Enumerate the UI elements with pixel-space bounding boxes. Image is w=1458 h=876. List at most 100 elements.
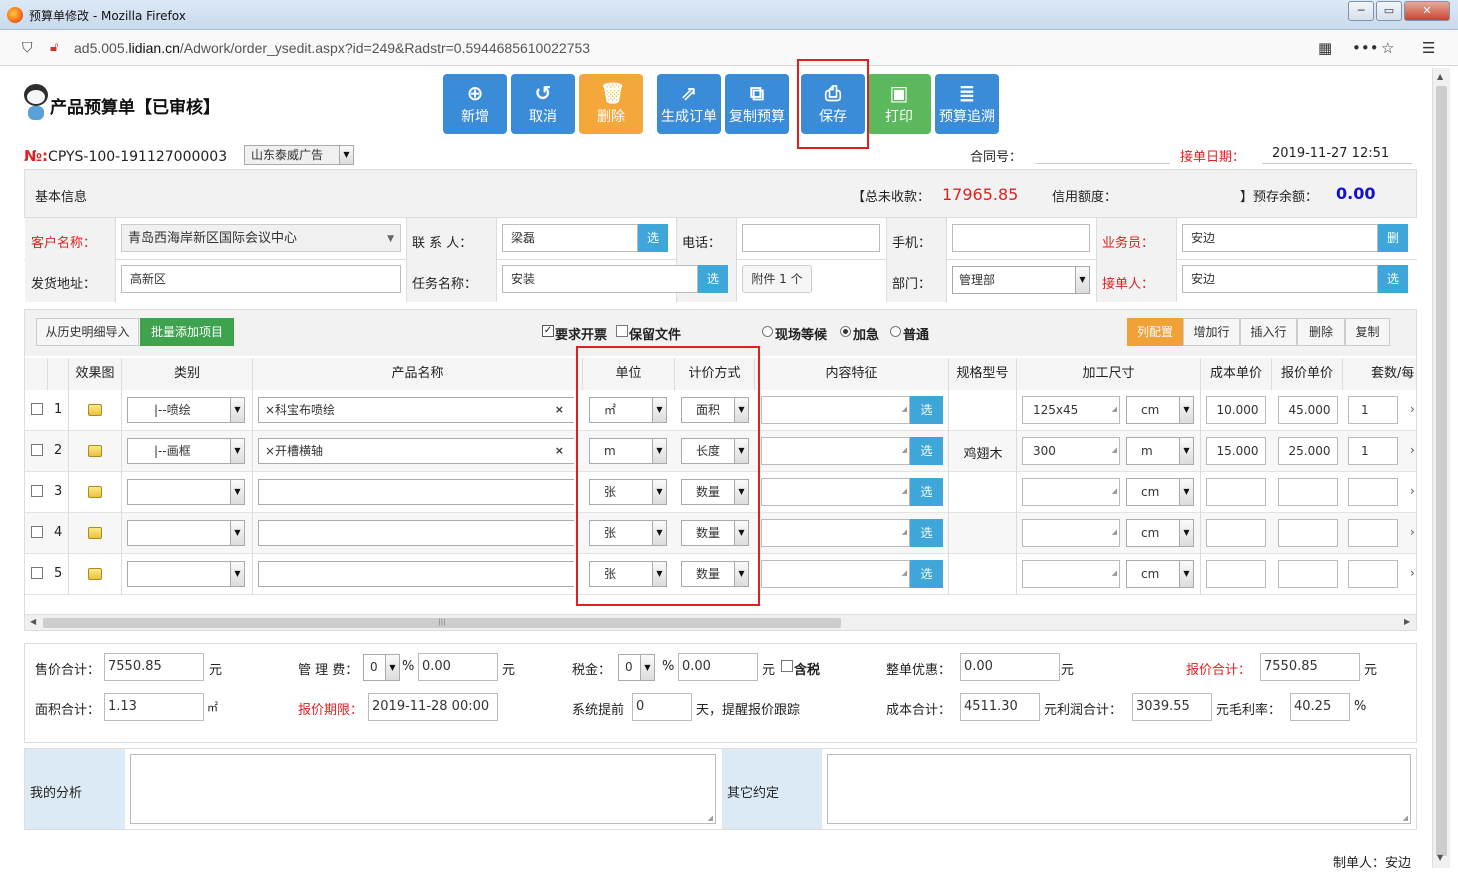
shield-icon[interactable]: ⛉ — [22, 40, 33, 56]
qty-input[interactable] — [1348, 560, 1398, 588]
scroll-down-arrow[interactable]: ▼ — [1437, 853, 1443, 862]
company-select[interactable]: 山东泰威广告 ▼ — [244, 145, 354, 165]
size-input[interactable]: 125x45 ◢ — [1022, 396, 1120, 424]
delete-row-button[interactable]: 删除 — [1297, 318, 1345, 346]
content-input[interactable]: ◢ — [761, 437, 910, 465]
profit-input[interactable]: 3039.55 — [1132, 693, 1212, 721]
qty-input[interactable]: 1 — [1348, 437, 1398, 465]
generate-order-button[interactable]: ⇗ 生成订单 — [657, 74, 721, 134]
category-select[interactable]: ▼ — [127, 479, 245, 505]
insert-row-button[interactable]: 插入行 — [1240, 318, 1297, 346]
normal-radio[interactable] — [890, 326, 901, 337]
column-config-button[interactable]: 列配置 — [1127, 318, 1183, 346]
product-select[interactable]: ×科宝布喷绘 × — [258, 397, 574, 423]
content-select-button[interactable]: 选 — [910, 396, 943, 424]
cost-price-input[interactable] — [1206, 519, 1266, 547]
receiver-select-button[interactable]: 选 — [1378, 265, 1408, 293]
quote-price-input[interactable] — [1278, 519, 1338, 547]
tax-input[interactable]: 0.00 — [678, 653, 758, 681]
product-select[interactable] — [258, 479, 574, 505]
urgent-radio[interactable] — [840, 326, 851, 337]
scroll-up-arrow[interactable]: ▲ — [1437, 72, 1443, 81]
content-select-button[interactable]: 选 — [910, 519, 943, 547]
close-button[interactable]: ✕ — [1404, 1, 1450, 21]
content-input[interactable]: ◢ — [761, 478, 910, 506]
product-select[interactable] — [258, 561, 574, 587]
product-select[interactable] — [258, 520, 574, 546]
quote-total-input[interactable]: 7550.85 — [1260, 653, 1360, 681]
page-scrollbar[interactable]: ▲ ▼ — [1432, 68, 1450, 868]
cost-price-input[interactable] — [1206, 478, 1266, 506]
address-input[interactable]: 高新区 — [121, 265, 401, 293]
scroll-left-arrow[interactable]: ◀ — [30, 617, 36, 626]
category-select[interactable]: ▼ — [127, 561, 245, 587]
row-checkbox[interactable] — [31, 485, 43, 497]
bookmark-star-icon[interactable]: ☆ — [1381, 39, 1394, 57]
add-row-button[interactable]: 增加行 — [1183, 318, 1240, 346]
folder-image-icon[interactable] — [88, 486, 102, 498]
size-unit-select[interactable]: cm ▼ — [1126, 519, 1194, 547]
qty-input[interactable]: 1 — [1348, 396, 1398, 424]
mobile-input[interactable] — [952, 224, 1090, 252]
mgmt-fee-input[interactable]: 0.00 — [418, 653, 498, 681]
size-unit-select[interactable]: cm ▼ — [1126, 478, 1194, 506]
folder-image-icon[interactable] — [88, 568, 102, 580]
content-select-button[interactable]: 选 — [910, 478, 943, 506]
size-input[interactable]: ◢ — [1022, 560, 1120, 588]
cost-price-input[interactable]: 15.000 — [1206, 437, 1266, 465]
category-select[interactable]: |--画框 ▼ — [127, 438, 245, 464]
quote-price-input[interactable]: 45.000 — [1278, 396, 1338, 424]
dept-select[interactable]: 管理部 ▼ — [952, 266, 1090, 294]
task-input[interactable]: 安装 — [502, 265, 698, 293]
other-terms-textarea[interactable]: ◢ — [827, 754, 1411, 824]
row-checkbox[interactable] — [31, 444, 43, 456]
batch-add-button[interactable]: 批量添加项目 — [140, 318, 234, 346]
copy-budget-button[interactable]: ⧉ 复制预算 — [725, 74, 789, 134]
need-invoice-checkbox[interactable]: ✓ — [542, 325, 554, 337]
quote-price-input[interactable] — [1278, 478, 1338, 506]
size-unit-select[interactable]: m ▼ — [1126, 437, 1194, 465]
content-input[interactable]: ◢ — [761, 560, 910, 588]
task-select-button[interactable]: 选 — [698, 265, 728, 293]
qty-input[interactable] — [1348, 519, 1398, 547]
folder-image-icon[interactable] — [88, 445, 102, 457]
remind-days-input[interactable]: 0 — [632, 693, 692, 721]
attachment-button[interactable]: 附件 1 个 — [742, 265, 812, 293]
salesman-input[interactable]: 安边 — [1182, 224, 1378, 252]
table-hscrollbar[interactable]: ◀ ||| ▶ — [25, 614, 1416, 630]
keep-file-checkbox[interactable] — [616, 325, 628, 337]
size-input[interactable]: 300 ◢ — [1022, 437, 1120, 465]
tax-included-checkbox[interactable] — [781, 660, 793, 672]
discount-input[interactable]: 0.00 — [960, 653, 1060, 681]
qr-code-icon[interactable]: ▦ — [1318, 39, 1332, 57]
size-input[interactable]: ◢ — [1022, 478, 1120, 506]
qty-input[interactable] — [1348, 478, 1398, 506]
scroll-right-arrow[interactable]: ▶ — [1404, 617, 1410, 626]
insecure-icon[interactable]: 🔓︎ — [50, 40, 58, 55]
maximize-button[interactable]: ▭ — [1376, 1, 1402, 21]
minimize-button[interactable]: ─ — [1348, 1, 1374, 21]
size-unit-select[interactable]: cm ▼ — [1126, 560, 1194, 588]
folder-image-icon[interactable] — [88, 527, 102, 539]
hscroll-thumb[interactable]: ||| — [43, 618, 841, 628]
category-select[interactable]: ▼ — [127, 520, 245, 546]
menu-icon[interactable]: ☰ — [1422, 39, 1435, 57]
content-select-button[interactable]: 选 — [910, 560, 943, 588]
analysis-textarea[interactable]: ◢ — [130, 754, 716, 824]
row-checkbox[interactable] — [31, 403, 43, 415]
content-input[interactable]: ◢ — [761, 396, 910, 424]
onsite-radio[interactable] — [762, 326, 773, 337]
print-button[interactable]: ▣ 打印 — [867, 74, 931, 134]
tax-pct-select[interactable]: 0 ▼ — [618, 654, 655, 681]
clear-icon[interactable]: × — [555, 398, 564, 422]
size-unit-select[interactable]: cm ▼ — [1126, 396, 1194, 424]
product-select[interactable]: ×开槽横轴 × — [258, 438, 574, 464]
trace-budget-button[interactable]: ≣ 预算追溯 — [935, 74, 999, 134]
size-input[interactable]: ◢ — [1022, 519, 1120, 547]
margin-input[interactable]: 40.25 — [1290, 693, 1350, 721]
import-history-button[interactable]: 从历史明细导入 — [36, 318, 139, 346]
row-checkbox[interactable] — [31, 567, 43, 579]
more-icon[interactable]: ••• — [1352, 39, 1379, 57]
row-checkbox[interactable] — [31, 526, 43, 538]
area-total-input[interactable]: 1.13 — [104, 693, 204, 721]
